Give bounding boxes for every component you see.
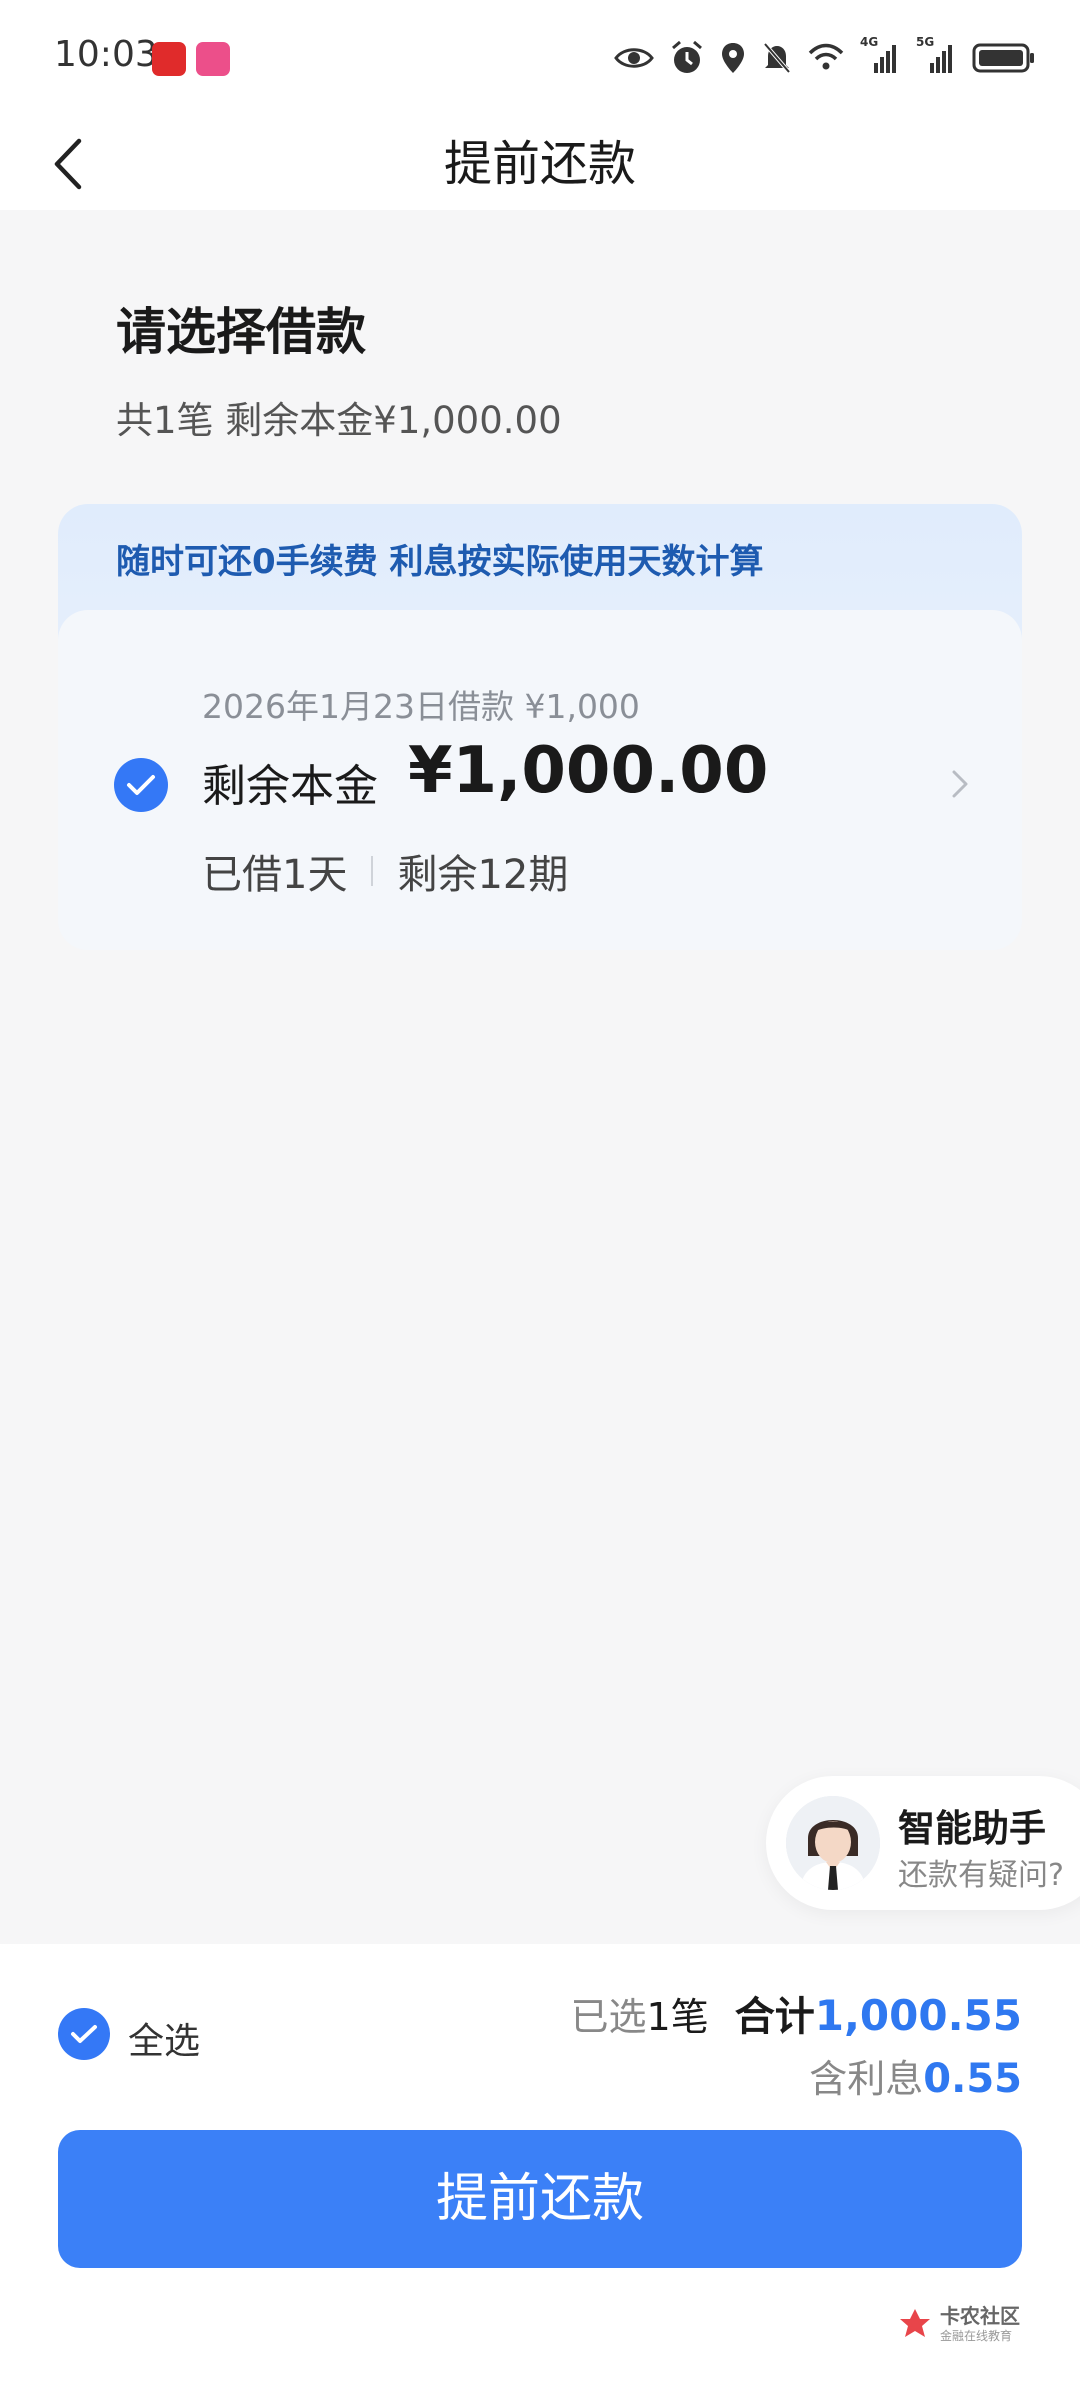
loan-item-checkbox[interactable]: [114, 758, 168, 812]
principal-amount: ¥1,000.00: [408, 734, 769, 808]
assistant-title: 智能助手: [898, 1807, 1046, 1850]
check-icon: [71, 2025, 97, 2043]
app-badge-red: [152, 42, 186, 76]
signal-icon: [874, 45, 896, 73]
section-title: 请选择借款: [116, 303, 366, 361]
total-value: 1,000.55: [814, 1991, 1022, 2040]
section-summary: 共1笔 剩余本金¥1,000.00: [116, 399, 562, 442]
assistant-subtitle: 还款有疑问?: [898, 1858, 1064, 1893]
avatar-icon: [786, 1796, 880, 1890]
total-label: 合计: [734, 1994, 815, 2040]
signal-4g: 4G: [860, 35, 900, 75]
divider: [371, 856, 374, 886]
selected-count: 1: [646, 1995, 671, 2039]
app-badge-pink: [196, 42, 230, 76]
watermark-sub: 金融在线教育: [940, 2329, 1013, 2343]
select-all-checkbox[interactable]: [58, 2008, 110, 2060]
check-icon: [127, 775, 155, 795]
status-icons: 4G 5G: [614, 35, 1036, 78]
principal-label: 剩余本金: [202, 761, 378, 812]
selected-unit: 笔: [670, 1995, 709, 2039]
battery-icon: [972, 43, 1034, 73]
nav-bar: 提前还款: [0, 118, 1080, 210]
selection-summary: 已选 1 笔 合计 1,000.55: [571, 1984, 1022, 2042]
assistant-avatar: [786, 1796, 880, 1890]
eye-icon: [614, 48, 654, 68]
status-bar: 10:03 4G 5G: [0, 0, 1080, 118]
watermark: 卡农社区 金融在线教育: [898, 2306, 1020, 2342]
watermark-main: 卡农社区: [940, 2304, 1020, 2328]
alarm-icon: [672, 40, 702, 73]
signal-5g: 5G: [916, 35, 956, 75]
prepay-button[interactable]: 提前还款: [58, 2130, 1022, 2268]
loan-card: 随时可还0手续费 利息按实际使用天数计算 2026年1月23日借款 ¥1,000…: [58, 504, 1022, 950]
smart-assistant[interactable]: 智能助手 还款有疑问?: [766, 1776, 1080, 1910]
location-icon: [722, 43, 744, 73]
wifi-icon: [808, 43, 844, 70]
watermark-text: 卡农社区 金融在线教育: [940, 2306, 1020, 2342]
watermark-logo-icon: [900, 2309, 930, 2337]
chevron-right-icon[interactable]: [952, 770, 968, 798]
interest-summary: 含利息 0.55: [809, 2048, 1022, 2103]
loan-item[interactable]: 2026年1月23日借款 ¥1,000 剩余本金 ¥1,000.00 已借1天 …: [58, 610, 1022, 950]
select-all-label[interactable]: 全选: [128, 2012, 200, 2064]
card-banner: 随时可还0手续费 利息按实际使用天数计算: [116, 542, 764, 582]
interest-value: 0.55: [923, 2056, 1022, 2102]
selected-prefix: 已选: [570, 1995, 647, 2039]
loan-item-footer: 已借1天 剩余12期: [202, 842, 568, 900]
bell-mute-icon: [763, 42, 791, 74]
signal-icon: [930, 45, 952, 73]
page-title: 提前还款: [443, 136, 636, 192]
bottom-bar: 全选 已选 1 笔 合计 1,000.55 含利息 0.55 提前还款 卡农社区…: [0, 1944, 1080, 2388]
status-time: 10:03: [54, 34, 158, 75]
interest-label: 含利息: [809, 2057, 924, 2101]
loan-meta: 2026年1月23日借款 ¥1,000: [202, 687, 640, 726]
remaining-periods: 剩余12期: [397, 852, 569, 898]
borrowed-days: 已借1天: [202, 852, 348, 898]
